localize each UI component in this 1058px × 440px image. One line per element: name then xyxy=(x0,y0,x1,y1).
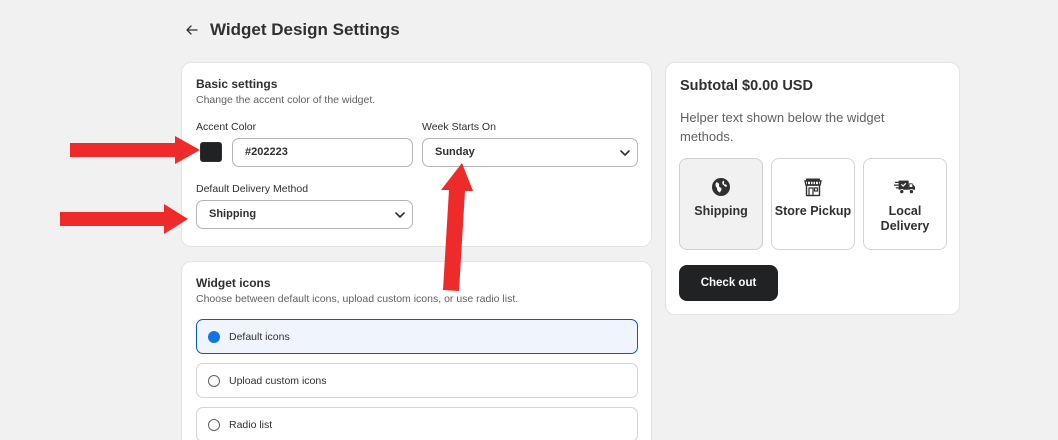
delivery-method-select[interactable]: Shipping xyxy=(196,200,413,229)
delivery-truck-icon xyxy=(894,176,916,198)
basic-settings-card: Basic settings Change the accent color o… xyxy=(181,62,652,247)
checkout-button[interactable]: Check out xyxy=(679,265,778,301)
page-header: Widget Design Settings xyxy=(186,20,400,40)
basic-settings-title: Basic settings xyxy=(196,77,278,91)
method-local-delivery[interactable]: Local Delivery xyxy=(863,158,947,250)
week-starts-label: Week Starts On xyxy=(422,121,496,133)
radio-unselected-icon xyxy=(208,374,220,387)
radio-default-icons[interactable]: Default icons xyxy=(196,319,638,354)
radio-label: Radio list xyxy=(229,418,273,431)
method-shipping[interactable]: Shipping xyxy=(679,158,763,250)
method-label: Shipping xyxy=(694,204,748,218)
widget-icons-subtitle: Choose between default icons, upload cus… xyxy=(196,293,519,305)
accent-color-swatch[interactable] xyxy=(200,142,222,162)
annotation-arrow-delivery xyxy=(60,204,188,234)
helper-text: Helper text shown below the widget metho… xyxy=(680,110,885,144)
basic-settings-subtitle: Change the accent color of the widget. xyxy=(196,94,376,106)
accent-color-label: Accent Color xyxy=(196,121,257,133)
annotation-arrow-accent xyxy=(70,136,200,164)
delivery-method-value: Shipping xyxy=(209,208,257,220)
subtotal-text: Subtotal $0.00 USD xyxy=(680,78,813,94)
chevron-down-icon xyxy=(619,139,631,166)
radio-unselected-icon xyxy=(208,418,220,431)
widget-icons-title: Widget icons xyxy=(196,276,271,290)
chevron-down-icon xyxy=(394,201,406,228)
radio-label: Upload custom icons xyxy=(229,374,327,387)
method-label: Store Pickup xyxy=(774,204,852,218)
week-starts-value: Sunday xyxy=(435,146,475,158)
annotation-arrow-week xyxy=(441,163,473,291)
radio-radio-list[interactable]: Radio list xyxy=(196,407,638,440)
widget-preview-card: Subtotal $0.00 USD Helper text shown bel… xyxy=(665,62,960,315)
method-store-pickup[interactable]: Store Pickup xyxy=(771,158,855,250)
back-arrow-icon[interactable] xyxy=(186,22,200,39)
storefront-icon xyxy=(802,176,824,198)
radio-label: Default icons xyxy=(229,330,290,343)
radio-upload-custom-icons[interactable]: Upload custom icons xyxy=(196,363,638,398)
delivery-method-label: Default Delivery Method xyxy=(196,183,309,195)
radio-selected-icon xyxy=(208,330,220,343)
page-title: Widget Design Settings xyxy=(210,20,400,39)
widget-icons-card: Widget icons Choose between default icon… xyxy=(181,261,652,440)
globe-icon xyxy=(710,176,732,198)
accent-color-input[interactable]: #202223 xyxy=(232,138,413,167)
method-label: Local Delivery xyxy=(880,204,930,233)
